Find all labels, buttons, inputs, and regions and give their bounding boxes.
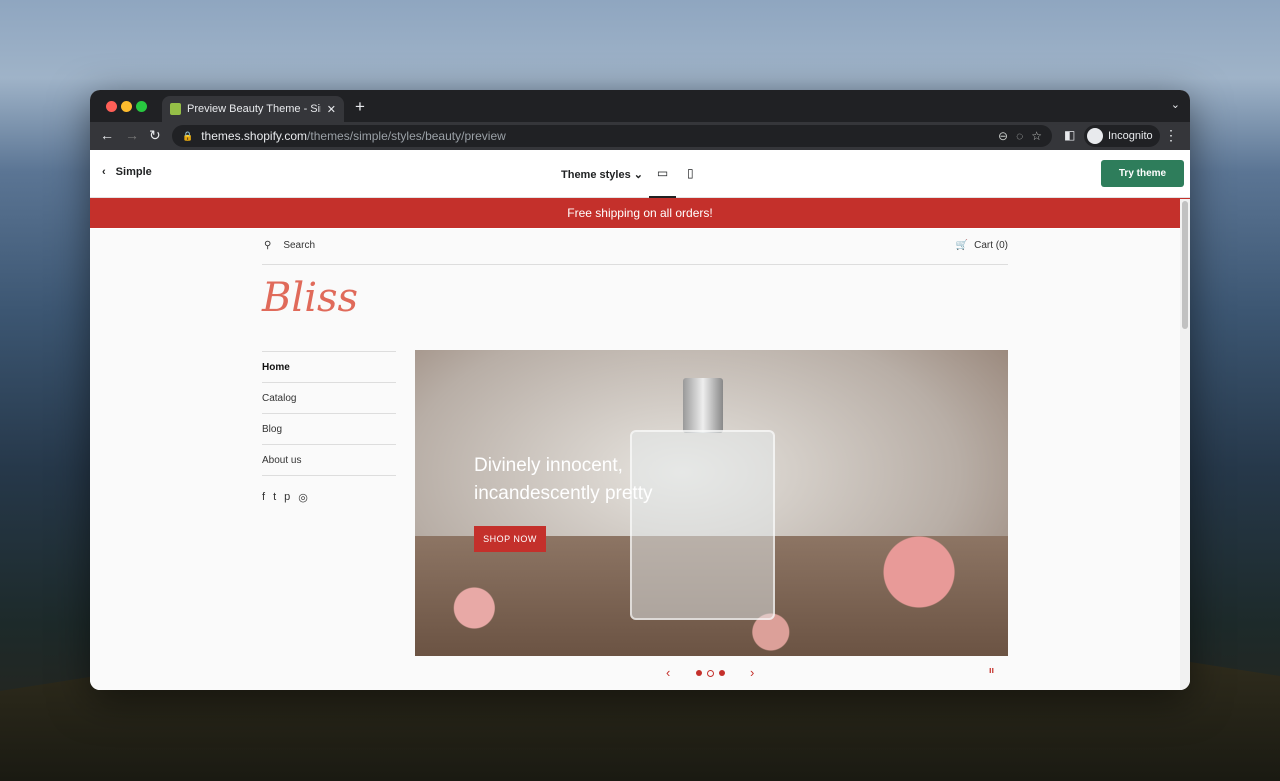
social-links: f t p ◎ [262,491,308,504]
preview-bar: ‹ Simple Theme styles ⌄ ▭ ▯ Try theme [90,150,1190,198]
browser-toolbar: ← → ↻ 🔒 themes.shopify.com/themes/simple… [90,122,1190,150]
back-icon[interactable]: ← [100,127,114,143]
shopify-favicon-icon [170,103,181,115]
nav-home[interactable]: Home [262,351,396,382]
slide-dot-3[interactable] [719,670,725,676]
announcement-bar: Free shipping on all orders! [90,198,1190,228]
cart-link[interactable]: 🛒 Cart (0) [956,240,1008,251]
instagram-icon[interactable]: ◎ [298,491,308,504]
mobile-view-button[interactable]: ▯ [687,166,694,180]
browser-window: Preview Beauty Theme - Simple ✕ + ⌄ ← → … [90,90,1190,690]
url-host: themes.shopify.com [201,129,308,143]
url-path: /themes/simple/styles/beauty/preview [307,129,506,143]
zoom-icon[interactable]: ⊖ [998,129,1008,143]
desktop-icon: ▭ [656,166,669,180]
lock-icon: 🔒 [182,130,194,141]
cart-label: Cart (0) [974,240,1008,251]
search-field[interactable]: ⚲ Search [264,240,315,251]
side-panel-icon[interactable]: ◧ [1064,128,1075,142]
search-placeholder: Search [283,240,316,251]
tab-bar: Preview Beauty Theme - Simple ✕ + ⌄ [90,90,1190,122]
slide-dot-2-active[interactable] [707,670,714,677]
nav-about-us[interactable]: About us [262,444,396,475]
search-icon: ⚲ [264,240,272,251]
facebook-icon[interactable]: f [262,491,265,504]
slide-dots [696,670,725,677]
reload-icon[interactable]: ↻ [149,127,161,144]
slide-prev-icon[interactable]: ‹ [666,665,670,680]
back-to-theme-link[interactable]: ‹ Simple [102,166,152,178]
scrollbar[interactable] [1180,199,1190,690]
hero-line-1: Divinely innocent, [474,455,623,476]
pinterest-icon[interactable]: p [284,491,290,504]
tab-search-chevron-icon[interactable]: ⌄ [1171,98,1180,111]
hero-line-2: incandescently pretty [474,483,653,504]
twitter-icon[interactable]: t [273,491,276,504]
tab-title: Preview Beauty Theme - Simple [187,103,321,115]
store-preview: ⚲ Search 🛒 Cart (0) Bliss Home Catalog Blo… [90,229,1180,690]
hero-slide: Divinely innocent, incandescently pretty … [415,350,1008,656]
hero-heading: Divinely innocent, incandescently pretty [474,452,653,508]
slide-dot-1[interactable] [696,670,702,676]
forward-icon[interactable]: → [125,127,139,143]
nav-catalog[interactable]: Catalog [262,382,396,413]
profile-label: Incognito [1108,130,1153,142]
browser-tab[interactable]: Preview Beauty Theme - Simple ✕ [162,96,344,122]
address-bar[interactable]: 🔒 themes.shopify.com/themes/simple/style… [172,125,1052,147]
close-tab-icon[interactable]: ✕ [327,103,336,116]
slide-next-icon[interactable]: › [750,665,754,680]
theme-styles-dropdown[interactable]: Theme styles ⌄ [561,168,643,181]
shop-now-button[interactable]: SHOP NOW [474,526,546,552]
mobile-icon: ▯ [687,166,694,180]
profile-button[interactable]: Incognito [1084,125,1160,147]
incognito-icon [1087,128,1103,144]
bookmark-star-icon[interactable]: ☆ [1031,129,1042,143]
chevron-left-icon: ‹ [102,166,106,178]
new-tab-icon[interactable]: + [355,97,365,117]
cart-icon: 🛒 [955,240,969,251]
close-window-button[interactable] [106,101,117,112]
nav-blog[interactable]: Blog [262,413,396,444]
eye-off-icon[interactable]: ◌ [1016,129,1023,143]
bliss-logo[interactable]: Bliss [262,275,358,321]
zoom-window-button[interactable] [136,101,147,112]
pause-icon[interactable]: ıı [989,665,994,675]
menu-icon[interactable]: ⋮ [1164,127,1178,144]
try-theme-button[interactable]: Try theme [1101,160,1184,187]
chevron-down-icon: ⌄ [633,169,643,181]
desktop-view-button[interactable]: ▭ [649,150,676,198]
minimize-window-button[interactable] [121,101,132,112]
back-label: Simple [115,166,152,178]
perfume-cap [683,378,723,433]
store-nav: Home Catalog Blog About us [262,351,396,476]
theme-styles-label: Theme styles [561,169,631,181]
